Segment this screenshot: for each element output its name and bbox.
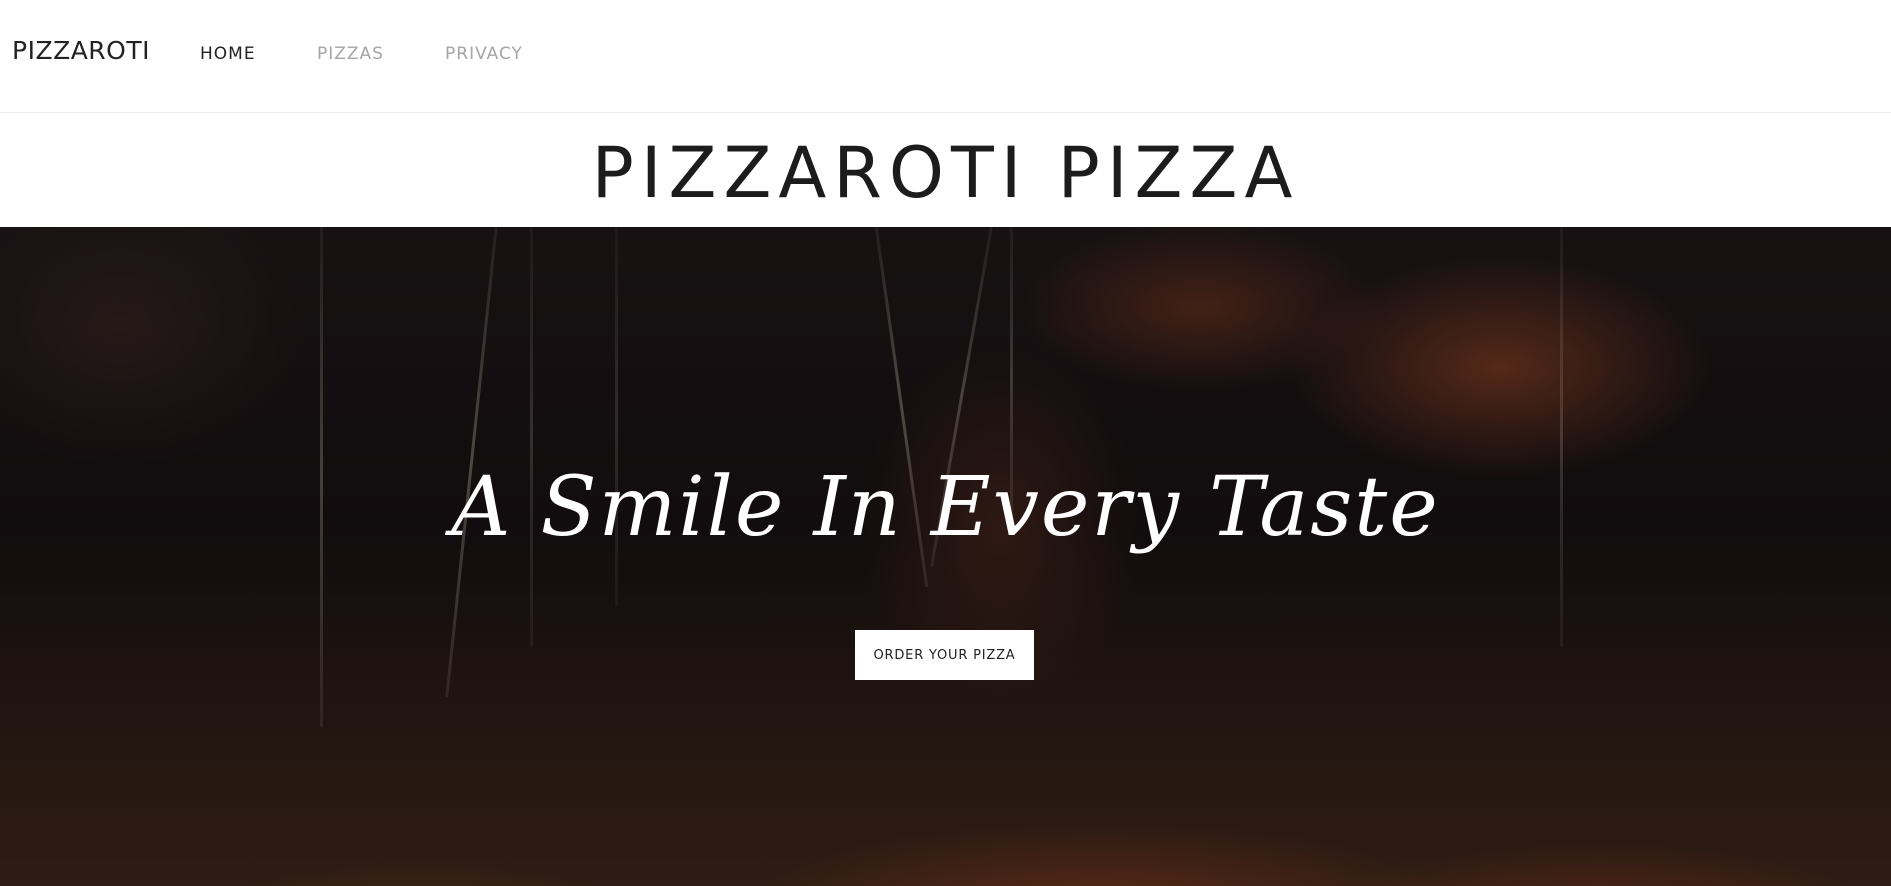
brand-logo-link[interactable]: PIZZAROTI [12,36,150,65]
hero-section: A Smile In Every Taste ORDER YOUR PIZZA [0,227,1891,886]
hero-tagline: A Smile In Every Taste [451,460,1440,555]
nav-link-privacy[interactable]: PRIVACY [445,44,523,64]
nav-link-home[interactable]: HOME [200,44,256,64]
hero-content: A Smile In Every Taste ORDER YOUR PIZZA [0,227,1891,886]
nav-link-pizzas[interactable]: PIZZAS [317,44,384,64]
navbar: PIZZAROTI HOME PIZZAS PRIVACY [0,0,1891,113]
page-title: PIZZAROTI PIZZA [591,132,1300,214]
page-title-band: PIZZAROTI PIZZA [0,113,1891,227]
order-pizza-button[interactable]: ORDER YOUR PIZZA [855,630,1034,680]
